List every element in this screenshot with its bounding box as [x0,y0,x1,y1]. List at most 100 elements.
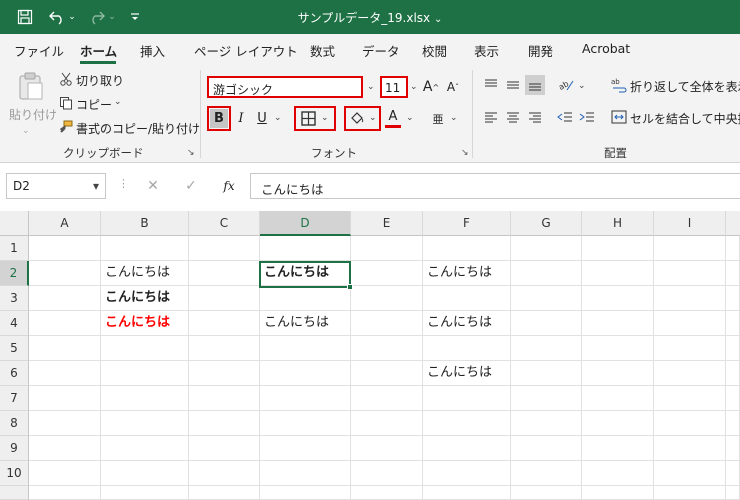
cell-i5[interactable] [654,336,726,361]
row-header-2[interactable]: 2 [0,261,29,286]
cell-e10[interactable] [351,461,423,486]
cell-b11[interactable] [101,486,189,500]
cell-b9[interactable] [101,436,189,461]
row-header-partial[interactable] [0,486,29,500]
column-header-h[interactable]: H [582,211,654,236]
column-header-d[interactable]: D [260,211,351,236]
cell-b10[interactable] [101,461,189,486]
cell-h1[interactable] [582,236,654,261]
row-header-1[interactable]: 1 [0,236,29,261]
cancel-entry-icon[interactable]: ✕ [144,177,162,195]
cell-f4[interactable]: こんにちは [423,311,511,336]
cell-d9[interactable] [260,436,351,461]
font-size-dropdown-icon[interactable]: ⌄ [410,82,418,92]
cell-c10[interactable] [189,461,260,486]
cell-c9[interactable] [189,436,260,461]
column-header-partial[interactable] [726,211,740,236]
cell-h4[interactable] [582,311,654,336]
increase-font-size-icon[interactable]: A ^ [422,77,440,97]
cell-g5[interactable] [511,336,582,361]
cell-f9[interactable] [423,436,511,461]
tab-insert[interactable]: 挿入 [140,41,165,60]
align-center-icon[interactable] [504,108,522,126]
cell-a5[interactable] [29,336,101,361]
fill-color-dropdown-icon[interactable]: ⌄ [369,113,377,123]
column-header-i[interactable]: I [654,211,726,236]
underline-button[interactable]: U [255,109,269,128]
row-header-4[interactable]: 4 [0,311,29,336]
format-painter-button[interactable]: 書式のコピー/貼り付け [76,120,200,137]
cell-h5[interactable] [582,336,654,361]
column-header-b[interactable]: B [101,211,189,236]
borders-icon[interactable] [299,110,317,127]
tab-file[interactable]: ファイル [14,41,64,60]
align-left-icon[interactable] [482,108,500,126]
worksheet-grid[interactable]: A B C D E F G H I 1 2 3 4 5 6 7 8 9 10 こ… [0,211,740,500]
cell-e1[interactable] [351,236,423,261]
cell-b3[interactable]: こんにちは [101,286,189,311]
merge-center-button[interactable]: セルを結合して中央揃え [630,110,740,127]
cell-g1[interactable] [511,236,582,261]
cut-button[interactable]: 切り取り [76,72,124,89]
formula-input[interactable]: こんにちは [250,173,740,199]
cell-c7[interactable] [189,386,260,411]
cell-f8[interactable] [423,411,511,436]
phonetic-dropdown-icon[interactable]: ⌄ [450,113,458,123]
cell-b5[interactable] [101,336,189,361]
cell-i6[interactable] [654,361,726,386]
cell-c1[interactable] [189,236,260,261]
cell-i1[interactable] [654,236,726,261]
cell-f7[interactable] [423,386,511,411]
row-header-8[interactable]: 8 [0,411,29,436]
cut-icon[interactable] [58,71,74,87]
cell-f10[interactable] [423,461,511,486]
tab-review[interactable]: 校閲 [422,41,447,60]
cell-j5[interactable] [726,336,740,361]
cell-d4[interactable]: こんにちは [260,311,351,336]
text-orientation-dropdown-icon[interactable]: ⌄ [578,81,586,91]
cell-f11[interactable] [423,486,511,500]
tab-view[interactable]: 表示 [474,41,499,60]
document-title[interactable]: サンプルデータ_19.xlsx ⌄ [0,9,740,26]
confirm-entry-icon[interactable]: ✓ [182,177,200,195]
tab-data[interactable]: データ [362,41,400,60]
cell-h9[interactable] [582,436,654,461]
cell-i7[interactable] [654,386,726,411]
cell-c11[interactable] [189,486,260,500]
cell-j2[interactable] [726,261,740,286]
merge-center-icon[interactable] [610,108,628,126]
cell-h2[interactable] [582,261,654,286]
cell-c2[interactable] [189,261,260,286]
cell-a2[interactable] [29,261,101,286]
cell-j11[interactable] [726,486,740,500]
align-right-icon[interactable] [526,108,544,126]
name-box-dropdown-icon[interactable]: ▾ [93,179,99,193]
name-box[interactable]: D2 ▾ [6,173,106,199]
cell-e6[interactable] [351,361,423,386]
font-dialog-launcher-icon[interactable]: ↘ [461,148,469,158]
cell-d6[interactable] [260,361,351,386]
column-header-a[interactable]: A [29,211,101,236]
cell-g3[interactable] [511,286,582,311]
cell-g2[interactable] [511,261,582,286]
cell-a10[interactable] [29,461,101,486]
cell-a4[interactable] [29,311,101,336]
cell-e8[interactable] [351,411,423,436]
wrap-text-icon[interactable]: ab [610,76,628,94]
cell-j10[interactable] [726,461,740,486]
paste-dropdown-icon[interactable]: ⌄ [22,126,30,136]
cell-j1[interactable] [726,236,740,261]
cell-g8[interactable] [511,411,582,436]
cell-j9[interactable] [726,436,740,461]
row-header-6[interactable]: 6 [0,361,29,386]
cell-e11[interactable] [351,486,423,500]
borders-dropdown-icon[interactable]: ⌄ [321,113,329,123]
cell-e9[interactable] [351,436,423,461]
row-header-10[interactable]: 10 [0,461,29,486]
row-header-9[interactable]: 9 [0,436,29,461]
align-top-icon[interactable] [482,76,500,94]
cell-i3[interactable] [654,286,726,311]
cell-c6[interactable] [189,361,260,386]
column-header-f[interactable]: F [423,211,511,236]
cell-e4[interactable] [351,311,423,336]
